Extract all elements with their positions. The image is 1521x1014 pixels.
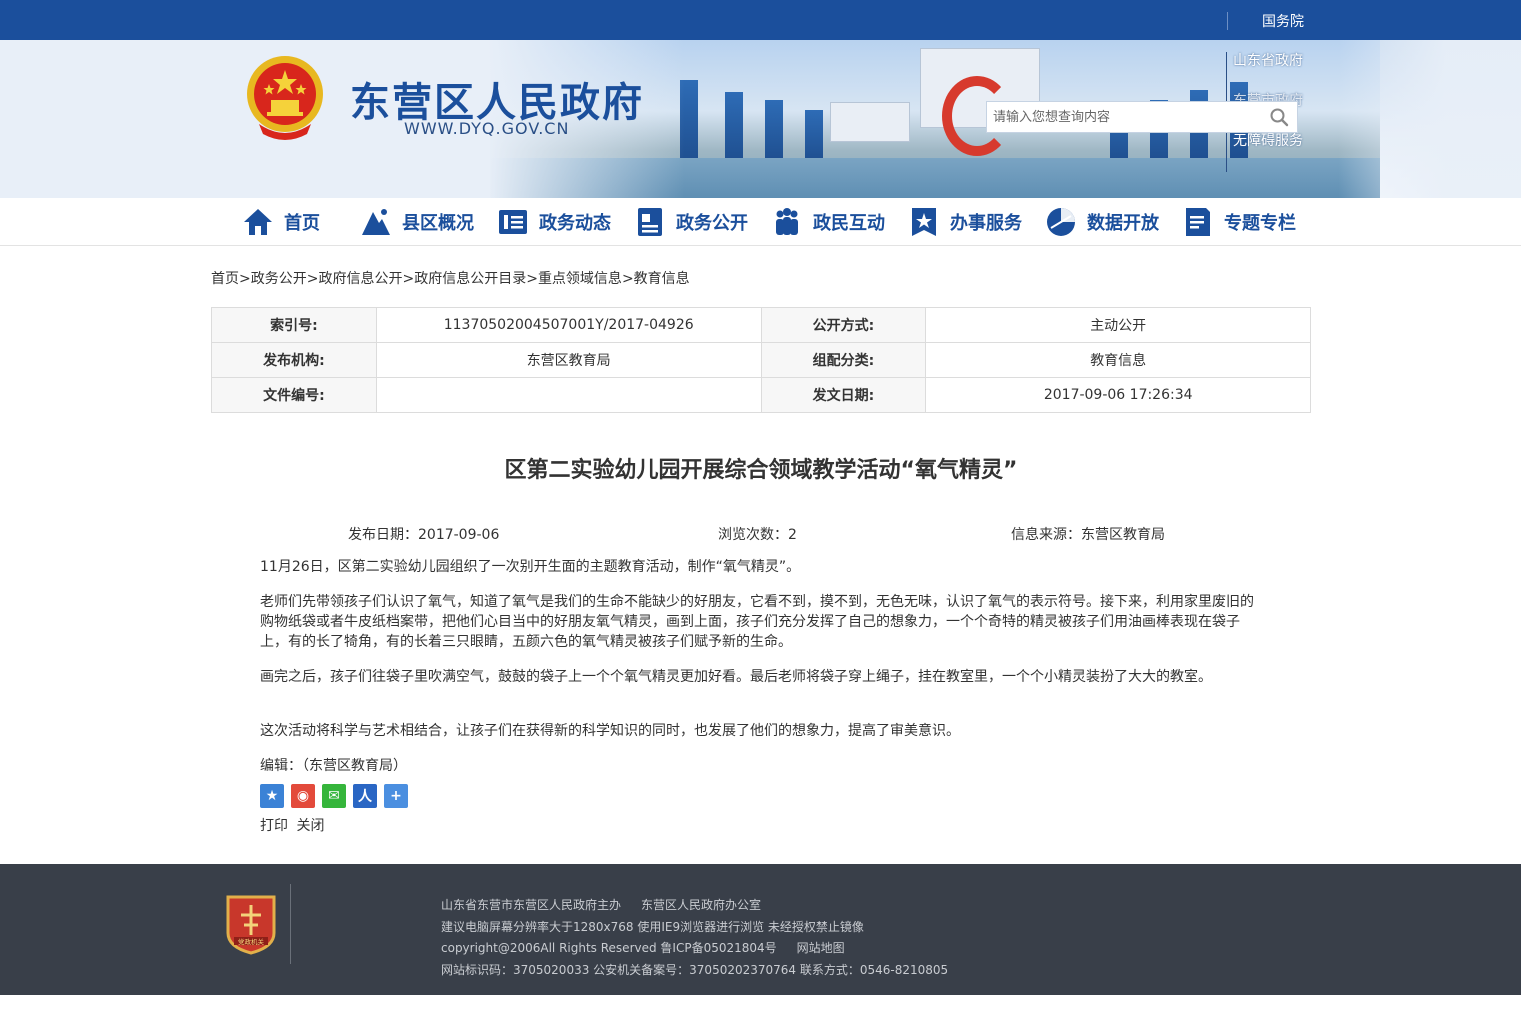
- doc-no-value: [375, 377, 762, 413]
- top-bar: 国务院: [0, 0, 1521, 40]
- issue-date-value: 2017-09-06 17:26:34: [925, 377, 1311, 413]
- search-input[interactable]: [993, 102, 1263, 132]
- table-row: 索引号: 11370502004507001Y/2017-04926 公开方式:…: [211, 307, 1311, 343]
- nav-item-home[interactable]: 首页: [242, 204, 320, 240]
- nav-item-label: 政民互动: [813, 213, 885, 234]
- footer-office: 东营区人民政府办公室: [641, 898, 762, 912]
- publish-date: 发布日期：2017-09-06: [348, 527, 500, 543]
- breadcrumb-item[interactable]: 重点领域信息: [538, 271, 622, 287]
- footer-ids: 网站标识码：3705020033 公安机关备案号：37050202370764 …: [441, 962, 949, 977]
- article-actions: 打印 关闭: [260, 815, 328, 835]
- article-editor: 编辑：（东营区教育局）: [260, 758, 407, 774]
- print-link[interactable]: 打印: [260, 818, 288, 834]
- footer-copyright: copyright@2006All Rights Reserved 鲁ICP备0…: [441, 941, 777, 955]
- publisher-value: 东营区教育局: [375, 342, 762, 378]
- method-label: 公开方式:: [760, 307, 927, 343]
- news-icon: [499, 210, 527, 234]
- nav-item-services[interactable]: 办事服务: [908, 204, 1022, 240]
- site-url: WWW.DYQ.GOV.CN: [404, 119, 570, 138]
- mountain-icon: [362, 209, 390, 235]
- nav-item-label: 专题专栏: [1224, 213, 1296, 234]
- publisher-label: 发布机构:: [211, 342, 377, 378]
- article-paragraph: 画完之后，孩子们往袋子里吹满空气，鼓鼓的袋子上一个个氧气精灵更加好看。最后老师将…: [260, 669, 1212, 685]
- nav-item-county-overview[interactable]: 县区概况: [360, 204, 474, 240]
- nav-item-gov-affairs[interactable]: 政务公开: [634, 204, 748, 240]
- accessibility-link[interactable]: 无障碍服务: [1226, 132, 1326, 172]
- category-value: 教育信息: [925, 342, 1311, 378]
- close-link[interactable]: 关闭: [296, 818, 324, 834]
- nav-item-gov-news[interactable]: 政务动态: [497, 204, 611, 240]
- renren-share-icon[interactable]: 人: [353, 784, 377, 808]
- topic-icon: [1186, 208, 1210, 236]
- nav-item-label: 首页: [284, 213, 320, 234]
- nav-item-label: 政务公开: [676, 213, 748, 234]
- index-label: 索引号:: [211, 307, 377, 343]
- main-nav: 首页 县区概况 政务动态 政务公开 政民互动 办事服务 数据开放 专题专栏: [0, 198, 1521, 246]
- state-council-link[interactable]: 国务院: [1262, 11, 1304, 31]
- footer-divider: [290, 884, 291, 964]
- nav-item-interaction[interactable]: 政民互动: [771, 204, 885, 240]
- issue-date-label: 发文日期:: [760, 377, 927, 413]
- breadcrumb-item[interactable]: 教育信息: [634, 271, 690, 287]
- footer: 党政机关 山东省东营市东营区人民政府主办 东营区人民政府办公室 建议电脑屏幕分辨率…: [0, 864, 1521, 995]
- nav-item-open-data[interactable]: 数据开放: [1045, 204, 1159, 240]
- breadcrumb: 首页>政务公开>政府信息公开>政府信息公开目录>重点领域信息>教育信息: [211, 271, 690, 287]
- svg-text:党政机关: 党政机关: [238, 937, 265, 946]
- doc-no-label: 文件编号:: [211, 377, 377, 413]
- shandong-gov-link[interactable]: 山东省政府: [1226, 52, 1326, 92]
- search-icon[interactable]: [1269, 107, 1289, 127]
- index-value: 11370502004507001Y/2017-04926: [375, 307, 762, 343]
- search-box: [986, 101, 1298, 133]
- footer-info: 山东省东营市东营区人民政府主办 东营区人民政府办公室 建议电脑屏幕分辨率大于128…: [441, 895, 968, 981]
- article-paragraph: 这次活动将科学与艺术相结合，让孩子们在获得新的科学知识的同时，也发展了他们的想象…: [260, 723, 960, 739]
- share-bar: ★ ◉ ✉ 人 +: [260, 784, 415, 808]
- people-icon: [776, 208, 798, 235]
- document-icon: [638, 208, 662, 236]
- wechat-share-icon[interactable]: ✉: [322, 784, 346, 808]
- breadcrumb-item[interactable]: 政务公开: [251, 271, 307, 287]
- qzone-share-icon[interactable]: ★: [260, 784, 284, 808]
- data-chart-icon: [1047, 208, 1075, 236]
- nav-item-label: 办事服务: [950, 213, 1022, 234]
- article-title: 区第二实验幼儿园开展综合领域教学活动“氧气精灵”: [504, 458, 1018, 483]
- breadcrumb-item[interactable]: 政府信息公开: [318, 271, 402, 287]
- sitemap-link[interactable]: 网站地图: [797, 941, 845, 955]
- footer-sponsor: 山东省东营市东营区人民政府主办: [441, 898, 622, 912]
- info-table: 索引号: 11370502004507001Y/2017-04926 公开方式:…: [211, 307, 1311, 413]
- top-bar-divider: [1227, 12, 1228, 30]
- table-row: 文件编号: 发文日期: 2017-09-06 17:26:34: [211, 377, 1311, 413]
- breadcrumb-item[interactable]: 政府信息公开目录: [414, 271, 526, 287]
- category-label: 组配分类:: [760, 342, 927, 378]
- service-star-icon: [912, 208, 936, 236]
- footer-resolution-note: 建议电脑屏幕分辨率大于1280x768 使用IE9浏览器进行浏览 未经授权禁止镜…: [441, 919, 864, 934]
- info-source: 信息来源：东营区教育局: [1011, 527, 1165, 543]
- article-paragraph: 11月26日，区第二实验幼儿园组织了一次别开生面的主题教育活动，制作“氧气精灵”…: [260, 559, 801, 575]
- breadcrumb-item[interactable]: 首页: [211, 271, 239, 287]
- method-value: 主动公开: [925, 307, 1311, 343]
- nav-item-label: 数据开放: [1087, 213, 1159, 234]
- home-icon: [244, 209, 272, 235]
- table-row: 发布机构: 东营区教育局 组配分类: 教育信息: [211, 342, 1311, 378]
- nav-item-label: 县区概况: [402, 213, 474, 234]
- national-emblem-logo: [247, 56, 323, 140]
- article-paragraph: 老师们先带领孩子们认识了氧气，知道了氧气是我们的生命不能缺少的好朋友，它看不到，…: [260, 594, 1254, 650]
- weibo-share-icon[interactable]: ◉: [291, 784, 315, 808]
- nav-item-label: 政务动态: [539, 213, 611, 234]
- party-organ-badge-logo: 党政机关: [226, 895, 276, 955]
- nav-item-topics[interactable]: 专题专栏: [1182, 204, 1296, 240]
- more-share-icon[interactable]: +: [384, 784, 408, 808]
- view-count: 浏览次数：2: [718, 527, 797, 543]
